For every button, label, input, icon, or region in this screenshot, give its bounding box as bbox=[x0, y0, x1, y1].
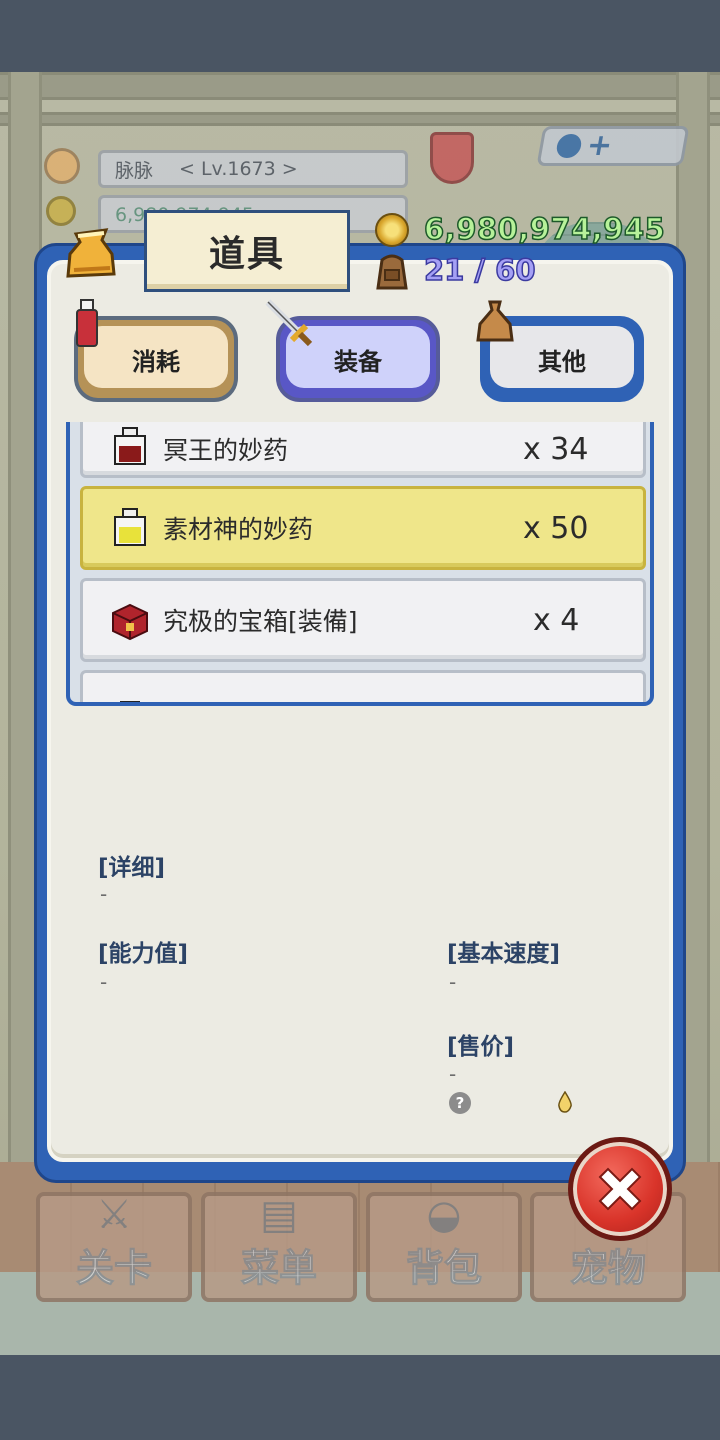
close-button[interactable] bbox=[568, 1137, 672, 1241]
item-quantity: x 4 bbox=[533, 602, 580, 638]
gold-coin-icon bbox=[375, 213, 409, 247]
wall-beam bbox=[0, 72, 720, 100]
book-icon: ▤ bbox=[260, 1192, 298, 1238]
player-level: < Lv.1673 > bbox=[179, 158, 298, 180]
tab-other-label: 其他 bbox=[538, 347, 586, 376]
buy-gems-button[interactable]: + bbox=[536, 126, 690, 166]
drop-icon bbox=[558, 1091, 572, 1113]
sell-price-value: - bbox=[449, 1062, 457, 1086]
player-name: 脉脉 bbox=[115, 159, 154, 182]
list-item-partial[interactable] bbox=[80, 670, 646, 702]
detail-label: [详细] bbox=[98, 855, 166, 881]
nav-bag-button[interactable]: ◒ 背包 bbox=[366, 1192, 522, 1302]
panel-title: 道具 bbox=[208, 234, 285, 275]
header-coin-icon bbox=[46, 196, 76, 226]
item-name: 素材神的妙药 bbox=[163, 515, 314, 544]
shield-icon[interactable] bbox=[430, 132, 474, 184]
nav-bag-label: 背包 bbox=[405, 1246, 482, 1291]
base-speed-label: [基本速度] bbox=[447, 941, 561, 967]
item-quantity: x 50 bbox=[523, 510, 589, 546]
tab-equipment-label: 装备 bbox=[334, 347, 382, 376]
red-chest-icon bbox=[112, 603, 148, 641]
tab-consume-label: 消耗 bbox=[132, 347, 180, 376]
dark-potion-icon bbox=[114, 427, 146, 465]
player-name-box: 脉脉 < Lv.1673 > bbox=[98, 150, 408, 188]
backpack-icon: ◒ bbox=[426, 1192, 462, 1238]
item-list[interactable]: 冥王的妙药 x 34 素材神的妙药 x 50 究极的宝箱[装備] x 4 bbox=[66, 422, 654, 706]
nav-stage-button[interactable]: ⚔ 关卡 bbox=[36, 1192, 192, 1302]
unknown-currency-icon: ? bbox=[449, 1092, 471, 1114]
close-icon bbox=[598, 1167, 642, 1211]
player-avatar[interactable] bbox=[44, 148, 80, 184]
potion-icon bbox=[76, 299, 98, 347]
stats-label: [能力值] bbox=[98, 941, 189, 967]
list-item[interactable]: 究极的宝箱[装備] x 4 bbox=[80, 578, 646, 662]
nav-pet-label: 宠物 bbox=[569, 1246, 646, 1291]
list-item-selected[interactable]: 素材神的妙药 x 50 bbox=[80, 486, 646, 570]
list-item[interactable]: 冥王的妙药 x 34 bbox=[80, 422, 646, 478]
plus-icon: + bbox=[584, 128, 616, 163]
sack-icon bbox=[476, 300, 514, 342]
yellow-potion-icon bbox=[114, 508, 146, 546]
nav-stage-label: 关卡 bbox=[75, 1246, 152, 1291]
navigation-bar-area bbox=[0, 1355, 720, 1440]
base-speed-value: - bbox=[449, 970, 457, 994]
sword-icon bbox=[265, 299, 313, 347]
stats-value: - bbox=[100, 970, 108, 994]
status-bar-area bbox=[0, 0, 720, 72]
item-bag-icon bbox=[66, 228, 116, 278]
item-name: 究极的宝箱[装備] bbox=[163, 607, 358, 636]
gem-icon bbox=[554, 134, 584, 158]
item-quantity: x 34 bbox=[523, 431, 589, 467]
crossed-swords-icon: ⚔ bbox=[96, 1192, 132, 1238]
bag-capacity: 21 / 60 bbox=[423, 252, 536, 288]
item-name: 冥王的妙药 bbox=[163, 436, 289, 465]
nav-menu-label: 菜单 bbox=[240, 1246, 317, 1291]
wall-beam bbox=[0, 112, 720, 126]
panel-title-tab: 道具 bbox=[144, 210, 350, 292]
detail-value: - bbox=[100, 882, 108, 906]
sell-price-label: [售价] bbox=[447, 1034, 515, 1060]
gold-amount: 6,980,974,945 bbox=[423, 211, 666, 247]
green-potion-icon bbox=[120, 701, 140, 702]
nav-menu-button[interactable]: ▤ 菜单 bbox=[201, 1192, 357, 1302]
backpack-capacity-icon bbox=[376, 254, 408, 290]
